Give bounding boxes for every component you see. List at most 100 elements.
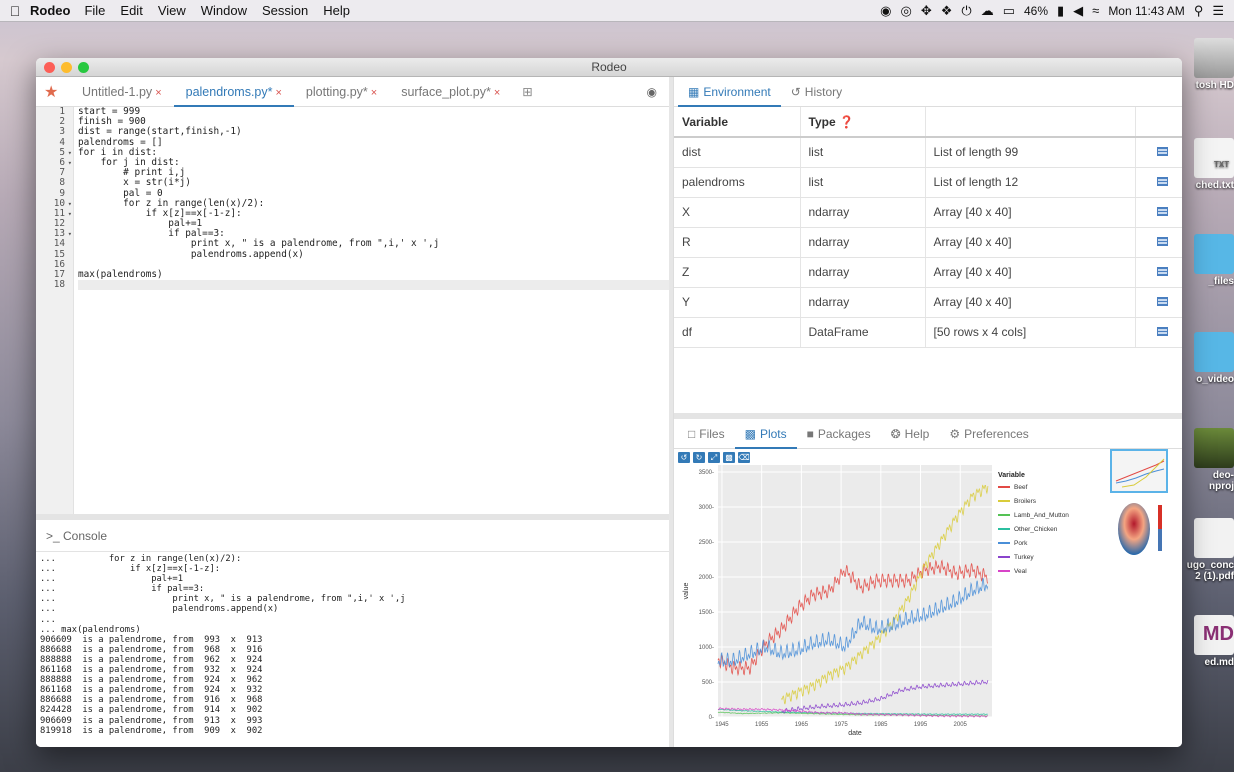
- menu-edit[interactable]: Edit: [120, 3, 142, 18]
- console-line: ... if pal==3:: [40, 584, 205, 595]
- menu-help[interactable]: Help: [323, 3, 350, 18]
- apple-icon[interactable]: : [0, 3, 30, 19]
- menu-app-name[interactable]: Rodeo: [30, 3, 70, 18]
- bar-chart-icon: ▩: [744, 426, 756, 441]
- desktop-item-project[interactable]: deo- nproj: [1174, 428, 1234, 492]
- table-row[interactable]: Xndarray Array [40 x 40]: [674, 197, 1182, 228]
- minimize-window-button[interactable]: [61, 62, 72, 73]
- code-line[interactable]: palendroms.append(x): [78, 249, 669, 260]
- window-titlebar: Rodeo: [36, 58, 1182, 77]
- tab-plotting[interactable]: plotting.py* ×: [294, 77, 389, 107]
- menu-file[interactable]: File: [84, 3, 105, 18]
- notification-list-icon[interactable]: ☰: [1212, 3, 1224, 18]
- plot-canvas: 0- 500- 1000- 1500- 2000- 2500- 3000- 3500- 1945…: [683, 465, 1069, 737]
- help-circle-icon[interactable]: ❓: [839, 115, 854, 129]
- view-table-icon[interactable]: [1157, 267, 1169, 276]
- file-icon: □: [688, 426, 696, 441]
- table-row[interactable]: Zndarray Array [40 x 40]: [674, 257, 1182, 288]
- tab-palendroms[interactable]: palendroms.py* ×: [173, 77, 294, 107]
- close-tab-icon[interactable]: ×: [371, 87, 377, 99]
- column-header-variable: Variable: [674, 107, 801, 138]
- view-table-icon[interactable]: [1157, 207, 1169, 216]
- console-line: 824428 is a palendrome, from 914 x 902: [40, 705, 263, 716]
- table-row[interactable]: df DataFrame [50 rows x 4 cols]: [674, 317, 1182, 348]
- console-line: ... print x, " is a palendrome, from ",i…: [40, 594, 406, 605]
- code-line[interactable]: x = str(i*j): [78, 178, 669, 188]
- code-line[interactable]: [78, 280, 669, 291]
- plot-thumbnail-line[interactable]: [1110, 449, 1168, 493]
- menu-clock[interactable]: Mon 11:43 AM: [1108, 4, 1185, 18]
- tab-surface-plot[interactable]: surface_plot.py* ×: [389, 77, 512, 107]
- code-line[interactable]: dist = range(start,finish,-1): [78, 127, 669, 137]
- battery-percent[interactable]: 46%: [1024, 4, 1048, 18]
- tab-history[interactable]: ↺ History: [781, 77, 852, 107]
- tab-plots[interactable]: ▩ Plots: [734, 419, 797, 449]
- variable-value-cell: [50 rows x 4 cols]: [925, 317, 1136, 348]
- tab-environment[interactable]: ▦ Environment: [678, 77, 781, 107]
- desktop-item-harddrive[interactable]: tosh HD: [1174, 38, 1234, 91]
- desktop-item-folder-files[interactable]: _files: [1174, 234, 1234, 287]
- environment-tab-bar: ▦ Environment ↺ History: [674, 77, 1182, 107]
- editor-pane: ★ Untitled-1.py × palendroms.py* × plottin…: [36, 77, 669, 747]
- console-pane[interactable]: >_ Console ... for z in range(len(x)/2):…: [36, 520, 669, 747]
- tab-packages[interactable]: ■ Packages: [797, 419, 881, 449]
- desktop-item-pdf[interactable]: ugo_conc 2 (1).pdf: [1174, 518, 1234, 582]
- view-table-icon[interactable]: [1157, 147, 1169, 157]
- camera-icon[interactable]: ◉: [880, 3, 891, 18]
- fold-arrow-icon[interactable]: ▾: [68, 148, 72, 158]
- code-line[interactable]: start = 999: [78, 106, 669, 117]
- legend-label: Broilers: [1014, 498, 1037, 505]
- code-line[interactable]: palendroms = []: [78, 137, 669, 148]
- fold-arrow-icon[interactable]: ▾: [68, 229, 72, 239]
- tab-untitled-1[interactable]: Untitled-1.py ×: [70, 77, 174, 107]
- desktop-item-markdown[interactable]: MD ed.md: [1174, 615, 1234, 668]
- close-window-button[interactable]: [44, 62, 55, 73]
- table-row[interactable]: palendroms list List of length 12: [674, 167, 1182, 198]
- desktop-item-txt[interactable]: TXT ched.txt: [1174, 138, 1234, 191]
- menu-session[interactable]: Session: [262, 3, 308, 18]
- code-line[interactable]: max(palendroms): [78, 269, 669, 280]
- menu-window[interactable]: Window: [201, 3, 247, 18]
- tab-preferences[interactable]: ⚙ Preferences: [939, 419, 1038, 449]
- fold-arrow-icon[interactable]: ▾: [68, 199, 72, 209]
- view-table-icon[interactable]: [1157, 297, 1169, 306]
- cloud-icon[interactable]: ☁: [981, 3, 994, 18]
- table-row[interactable]: dist list List of length 99: [674, 137, 1182, 168]
- close-tab-icon[interactable]: ×: [275, 87, 281, 99]
- close-tab-icon[interactable]: ×: [155, 87, 161, 99]
- spotlight-search-icon[interactable]: ⚲: [1194, 3, 1204, 18]
- plot-thumbnail-surface[interactable]: [1110, 499, 1168, 555]
- dropbox-icon[interactable]: ❖: [941, 3, 953, 18]
- variable-type-cell: ndarray: [800, 197, 926, 228]
- airplay-icon[interactable]: ▭: [1003, 3, 1015, 18]
- volume-icon[interactable]: ◀: [1073, 3, 1083, 18]
- zoom-window-button[interactable]: [78, 62, 89, 73]
- run-icon[interactable]: ◉: [647, 85, 657, 99]
- console-line: 819918 is a palendrome, from 909 x 902: [40, 725, 263, 736]
- tab-files[interactable]: □ Files: [678, 419, 735, 449]
- wifi-icon[interactable]: ≈: [1092, 3, 1099, 18]
- view-table-icon[interactable]: [1157, 237, 1169, 246]
- spiral-icon[interactable]: ◎: [900, 3, 911, 18]
- code-line[interactable]: [78, 260, 669, 270]
- tab-help[interactable]: ❂ Help: [881, 419, 940, 449]
- console-output[interactable]: ... for z in range(len(x)/2):... if x[z]…: [36, 552, 669, 736]
- fold-arrow-icon[interactable]: ▾: [68, 158, 72, 168]
- view-table-icon[interactable]: [1157, 327, 1169, 336]
- fold-arrow-icon[interactable]: ▾: [68, 209, 72, 219]
- code-lines[interactable]: start = 999 finish = 900 dist = range(star…: [78, 106, 669, 291]
- power-icon[interactable]: ⏻: [961, 3, 971, 18]
- plot-thumbnails: [1110, 449, 1168, 555]
- menu-view[interactable]: View: [158, 3, 186, 18]
- console-line: 906609 is a palendrome, from 913 x 993: [40, 715, 263, 726]
- close-tab-icon[interactable]: ×: [494, 87, 500, 99]
- new-tab-icon[interactable]: ⊞: [512, 84, 542, 99]
- battery-icon[interactable]: ▮: [1057, 3, 1064, 18]
- desktop-item-folder-video[interactable]: o_video: [1174, 332, 1234, 385]
- code-editor[interactable]: 1 2 3 4 5 ▾ 6 ▾ 7 8 9 10 ▾ 11 ▾ 12 13 ▾ 14 15 16 17 18 start =…: [36, 106, 669, 514]
- table-row[interactable]: Yndarray Array [40 x 40]: [674, 287, 1182, 318]
- crosshair-icon[interactable]: ✥: [921, 3, 932, 18]
- view-table-icon[interactable]: [1157, 177, 1169, 186]
- table-row[interactable]: Rndarray Array [40 x 40]: [674, 227, 1182, 258]
- console-header: >_ Console: [36, 520, 669, 552]
